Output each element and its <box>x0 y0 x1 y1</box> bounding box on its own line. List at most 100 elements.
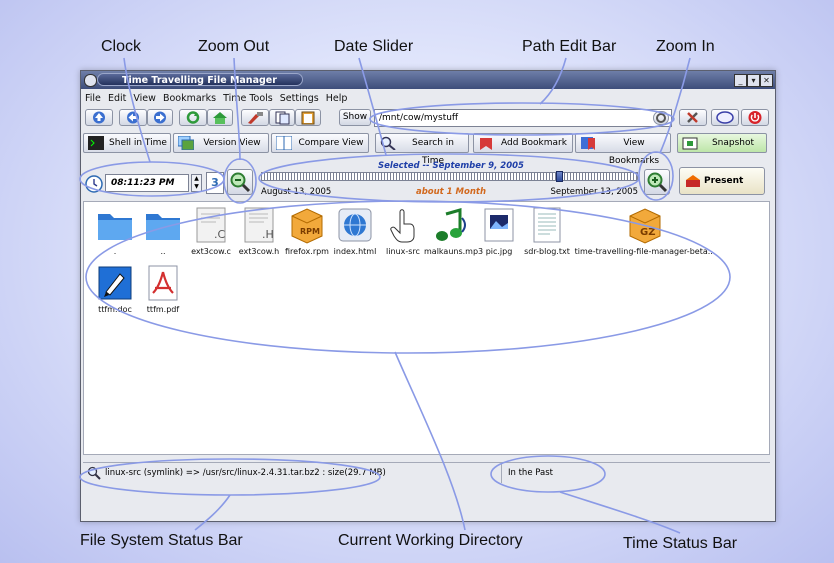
calendar-button[interactable]: 3 <box>206 172 224 194</box>
maximize-button[interactable]: ▾ <box>747 74 760 87</box>
symlink-hand-icon <box>384 206 422 244</box>
menu-settings[interactable]: Settings <box>280 93 319 104</box>
quit-button[interactable] <box>741 109 769 126</box>
c-source-icon: .C <box>192 206 230 244</box>
fs-status-text: linux-src (symlink) => /usr/src/linux-2.… <box>105 468 386 478</box>
window-menu-button[interactable] <box>84 74 97 87</box>
file-item[interactable]: linux-src <box>376 206 430 256</box>
file-name: firefox.rpm <box>285 247 329 256</box>
file-name: ttfm.pdf <box>146 305 180 314</box>
file-item[interactable]: .H ext3cow.h <box>232 206 286 256</box>
path-go-button[interactable] <box>653 111 669 125</box>
file-name: ext3cow.c <box>191 247 231 256</box>
svg-text:.H: .H <box>262 228 274 241</box>
menu-edit[interactable]: Edit <box>108 93 126 104</box>
file-item[interactable]: . <box>88 206 142 256</box>
present-time-icon <box>686 175 700 187</box>
tab-label: Shell in Time <box>109 138 167 148</box>
present-time-button[interactable]: Present Time <box>679 167 765 212</box>
clock-icon <box>85 175 103 193</box>
back-button[interactable] <box>119 109 147 126</box>
up-button[interactable] <box>85 109 113 126</box>
audio-file-icon <box>432 206 470 244</box>
brush-icon <box>248 112 263 124</box>
terminal-icon <box>88 136 104 150</box>
compare-icon <box>276 136 292 150</box>
copy-button[interactable] <box>269 109 295 126</box>
menu-view[interactable]: View <box>133 93 156 104</box>
show-button[interactable]: Show <box>339 109 371 126</box>
calendar-day: 3 <box>211 176 219 189</box>
file-item[interactable]: pic.jpg <box>472 206 526 256</box>
pdf-icon <box>144 264 182 302</box>
clock-spinner[interactable]: ▲ ▼ <box>191 174 202 192</box>
callout-zoom-in: Zoom In <box>656 38 715 55</box>
tab-label: Add Bookmark <box>501 138 567 148</box>
menu-time-tools[interactable]: Time Tools <box>223 93 273 104</box>
image-file-icon <box>480 206 518 244</box>
callout-time-status-bar: Time Status Bar <box>623 535 738 552</box>
forward-arrow-icon <box>154 111 166 124</box>
minimize-button[interactable]: _ <box>734 74 747 87</box>
tab-label: Snapshot <box>711 138 755 148</box>
tab-add-bookmark[interactable]: Add Bookmark <box>473 133 573 153</box>
file-item[interactable]: malkauns.mp3 <box>424 206 483 256</box>
tab-view-bookmarks[interactable]: View Bookmarks <box>575 133 671 166</box>
file-name: sdr-blog.txt <box>524 247 570 256</box>
copy-icon <box>275 111 290 125</box>
file-name: .. <box>160 247 166 256</box>
forward-button[interactable] <box>147 109 173 126</box>
tab-shell-in-time[interactable]: Shell in Time <box>83 133 171 153</box>
callout-date-slider: Date Slider <box>334 38 414 55</box>
file-item[interactable]: .C ext3cow.c <box>184 206 238 256</box>
tab-version-view[interactable]: Version View <box>173 133 269 153</box>
settings-button[interactable] <box>679 109 707 126</box>
file-item[interactable]: index.html <box>328 206 382 256</box>
current-directory-view[interactable]: . .. .C ext3cow.c .H ext3cow.h RPM firef… <box>83 201 770 455</box>
file-name: index.html <box>333 247 377 256</box>
path-input[interactable] <box>374 109 672 127</box>
file-item[interactable]: .. <box>136 206 190 256</box>
menu-help[interactable]: Help <box>326 93 348 104</box>
window-title: Time Travelling File Manager <box>97 73 303 86</box>
reload-button[interactable] <box>179 109 207 126</box>
home-icon <box>213 112 227 124</box>
zoom-in-button[interactable] <box>644 169 670 195</box>
menu-bar: File Edit View Bookmarks Time Tools Sett… <box>81 91 775 107</box>
home-button[interactable] <box>207 109 233 126</box>
menu-file[interactable]: File <box>85 93 101 104</box>
tools-icon <box>687 112 698 123</box>
paste-button[interactable] <box>295 109 321 126</box>
menu-bookmarks[interactable]: Bookmarks <box>163 93 216 104</box>
file-item[interactable]: ttfm.pdf <box>136 264 190 314</box>
tab-search-in-time[interactable]: Search in Time <box>375 133 469 166</box>
close-button[interactable]: ✕ <box>760 74 773 87</box>
clock-time-field[interactable]: 08:11:23 PM <box>105 174 189 192</box>
tab-compare-view[interactable]: Compare View <box>271 133 369 153</box>
snapshot-icon <box>682 137 698 150</box>
status-bar: linux-src (symlink) => /usr/src/linux-2.… <box>83 462 770 483</box>
clear-button[interactable] <box>241 109 269 126</box>
help-button[interactable] <box>711 109 739 126</box>
reload-icon <box>186 111 200 124</box>
fs-status-bar: linux-src (symlink) => /usr/src/linux-2.… <box>87 463 487 483</box>
file-item[interactable]: GZ time-travelling-file-manager-beta... <box>572 206 718 256</box>
time-status-bar: In the Past <box>501 463 765 483</box>
start-date-label: August 13, 2005 <box>261 187 332 197</box>
svg-text:RPM: RPM <box>300 227 320 236</box>
file-name: pic.jpg <box>485 247 513 256</box>
tab-snapshot[interactable]: Snapshot <box>677 133 767 153</box>
rpm-package-icon: RPM <box>288 206 326 244</box>
date-slider-track[interactable] <box>261 171 638 182</box>
file-item[interactable]: sdr-blog.txt <box>520 206 574 256</box>
file-item[interactable]: RPM firefox.rpm <box>280 206 334 256</box>
header-file-icon: .H <box>240 206 278 244</box>
text-file-icon <box>528 206 566 244</box>
power-icon <box>748 111 762 124</box>
help-icon <box>716 111 734 124</box>
date-slider-thumb[interactable] <box>556 171 563 182</box>
file-item[interactable]: ttfm.doc <box>88 264 142 314</box>
file-name: ttfm.doc <box>98 305 132 314</box>
zoom-out-button[interactable] <box>227 169 253 195</box>
callout-current-dir: Current Working Directory <box>338 532 523 549</box>
